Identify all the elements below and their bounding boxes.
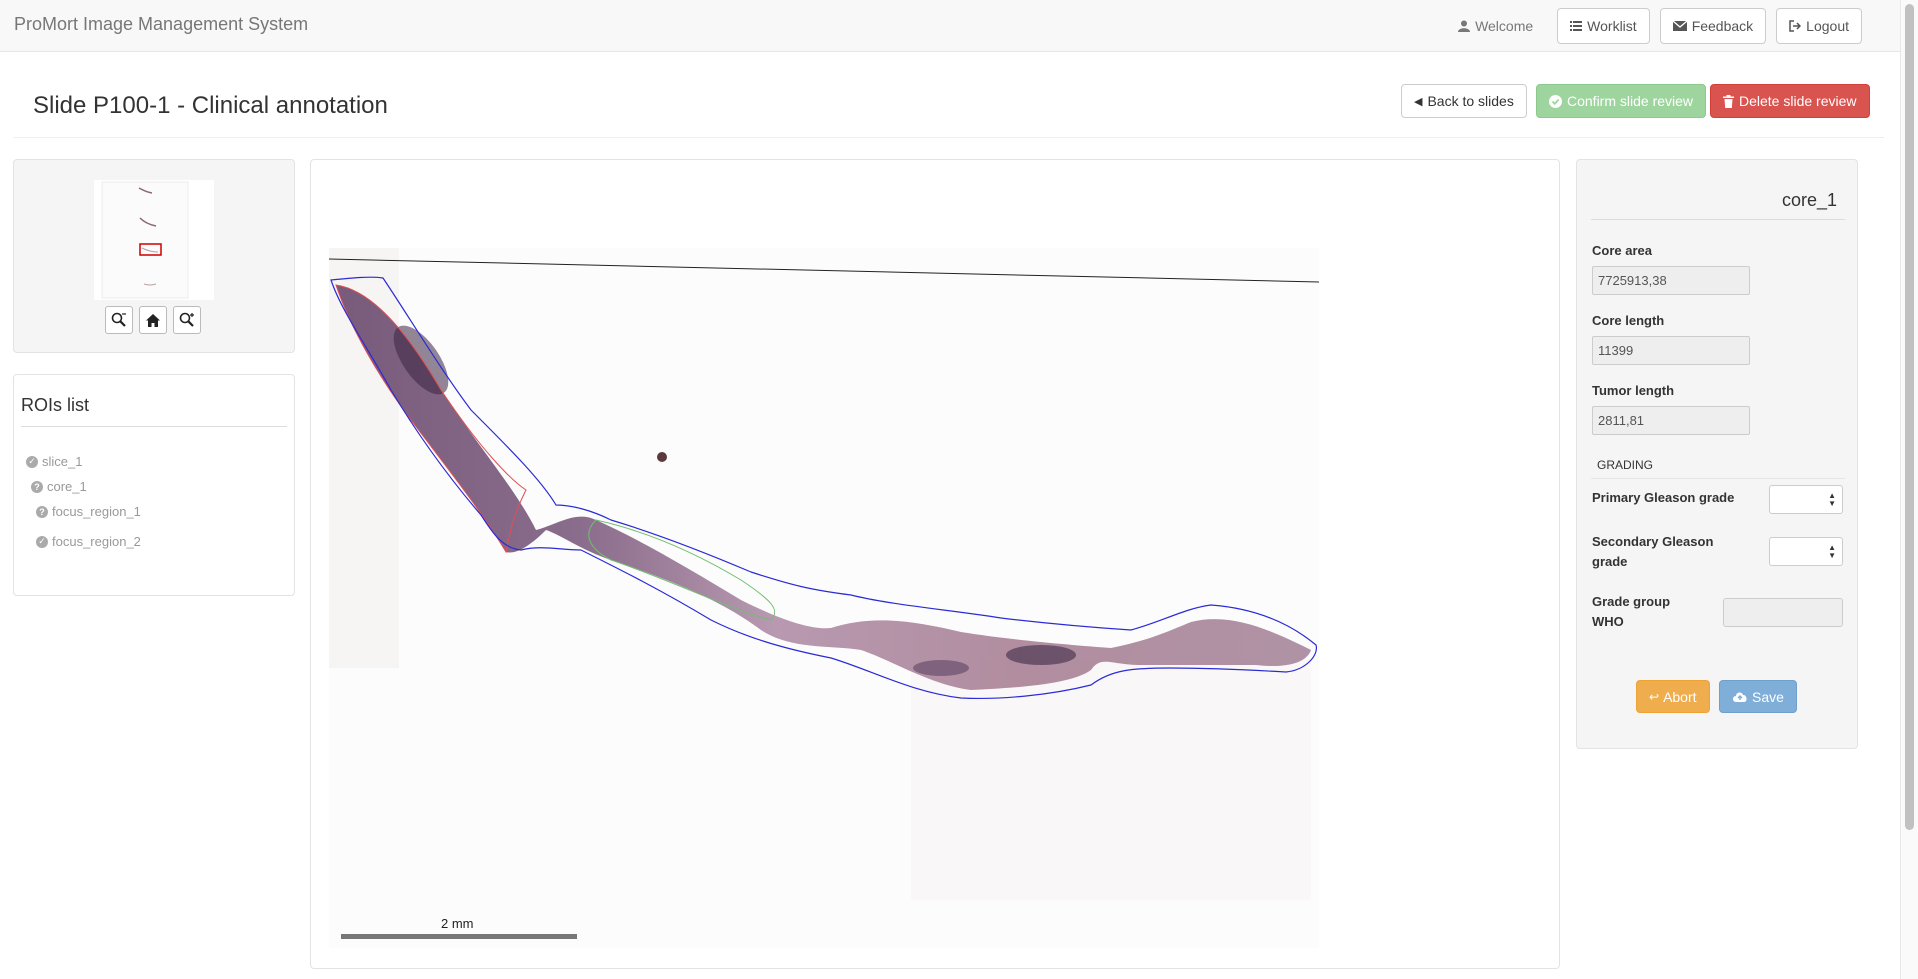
envelope-icon xyxy=(1672,21,1687,31)
home-icon xyxy=(146,313,160,327)
core-name: core_1 xyxy=(1781,190,1837,210)
confirm-slide-review-button[interactable]: Confirm slide review xyxy=(1536,84,1707,118)
scrollbar-thumb[interactable] xyxy=(1905,4,1914,830)
roi-label: focus_region_1 xyxy=(52,504,141,519)
question-circle-icon: ? xyxy=(31,480,43,493)
page-scrollbar[interactable] xyxy=(1900,0,1918,979)
roi-label: focus_region_2 xyxy=(52,534,141,549)
logout-label: Logout xyxy=(1806,18,1849,34)
gland-cluster xyxy=(1006,645,1076,665)
trash-icon xyxy=(1723,94,1734,108)
roi-item-focus-region-1[interactable]: ? focus_region_1 xyxy=(36,504,141,519)
core-area-field: 7725913,38 xyxy=(1592,266,1750,295)
back-label: Back to slides xyxy=(1427,93,1514,109)
tumor-length-field: 2811,81 xyxy=(1592,406,1750,435)
select-arrows-icon: ▲ ▼ xyxy=(1828,491,1836,508)
core-length-field: 11399 xyxy=(1592,336,1750,365)
back-to-slides-button[interactable]: ◀ Back to slides xyxy=(1401,84,1527,118)
select-arrows-icon: ▲ ▼ xyxy=(1828,543,1836,560)
abort-button[interactable]: ↩ Abort xyxy=(1636,680,1710,713)
worklist-label: Worklist xyxy=(1587,18,1637,34)
roi-item-core[interactable]: ? core_1 xyxy=(31,479,87,494)
scale-bar-label: 2 mm xyxy=(441,916,474,931)
delete-label: Delete slide review xyxy=(1739,93,1857,109)
grading-divider xyxy=(1591,478,1845,479)
scale-bar xyxy=(341,934,577,939)
logout-button[interactable]: Logout xyxy=(1776,8,1862,44)
slide-viewer[interactable]: 2 mm xyxy=(310,159,1560,969)
roi-item-slice[interactable]: ✓ slice_1 xyxy=(26,454,82,469)
question-circle-icon: ? xyxy=(36,505,48,518)
delete-slide-review-button[interactable]: Delete slide review xyxy=(1710,84,1870,118)
feedback-button[interactable]: Feedback xyxy=(1659,8,1767,44)
navbar-actions: Welcome Worklist Feedback Logout xyxy=(1458,8,1900,44)
grading-heading: GRADING xyxy=(1597,458,1654,472)
slide-thumbnail[interactable] xyxy=(94,180,214,300)
list-icon xyxy=(1570,21,1583,31)
thumbnail-image xyxy=(94,180,214,300)
check-circle-icon xyxy=(1549,94,1562,108)
slide-canvas[interactable] xyxy=(311,160,1560,969)
page-title: Slide P100-1 - Clinical annotation xyxy=(33,92,388,119)
arrow-left-icon: ◀ xyxy=(1414,95,1423,108)
brand-title[interactable]: ProMort Image Management System xyxy=(14,14,308,35)
home-button[interactable] xyxy=(139,306,167,334)
zoom-out-icon xyxy=(111,312,126,327)
gland-cluster xyxy=(913,660,969,676)
welcome-label: Welcome xyxy=(1475,18,1534,34)
grade-group-label: Grade group WHO xyxy=(1592,594,1671,629)
roi-label: core_1 xyxy=(47,479,87,494)
navbar: ProMort Image Management System Welcome … xyxy=(0,0,1900,52)
user-icon xyxy=(1458,20,1471,32)
secondary-gleason-label: Secondary Gleason grade xyxy=(1592,534,1714,569)
feedback-label: Feedback xyxy=(1691,18,1754,34)
header-divider xyxy=(14,137,1884,138)
tumor-length-label: Tumor length xyxy=(1592,383,1675,398)
core-length-label: Core length xyxy=(1592,313,1665,328)
tissue-artifact xyxy=(657,452,667,462)
reply-icon: ↩ xyxy=(1649,689,1660,704)
abort-label: Abort xyxy=(1663,688,1697,705)
primary-gleason-label: Primary Gleason grade xyxy=(1592,490,1735,505)
rois-title: ROIs list xyxy=(21,395,90,415)
primary-gleason-select[interactable]: ▲ ▼ xyxy=(1769,485,1843,514)
confirm-label: Confirm slide review xyxy=(1567,93,1694,109)
check-circle-icon: ✓ xyxy=(36,535,48,548)
roi-label: slice_1 xyxy=(42,454,83,469)
welcome-link[interactable]: Welcome xyxy=(1458,18,1533,34)
save-label: Save xyxy=(1752,688,1784,705)
core-divider xyxy=(1591,219,1845,220)
core-details-panel: core_1 Core area 7725913,38 Core length … xyxy=(1576,159,1858,749)
worklist-button[interactable]: Worklist xyxy=(1557,8,1650,44)
rois-divider xyxy=(21,426,287,427)
secondary-gleason-select[interactable]: ▲ ▼ xyxy=(1769,537,1843,566)
tile-patch xyxy=(911,660,1311,900)
zoom-controls xyxy=(105,306,201,334)
save-button[interactable]: Save xyxy=(1719,680,1797,713)
navigator-panel xyxy=(13,159,295,353)
zoom-out-button[interactable] xyxy=(105,306,133,334)
zoom-in-button[interactable] xyxy=(173,306,201,334)
zoom-in-icon xyxy=(179,312,194,327)
core-area-label: Core area xyxy=(1592,243,1652,258)
roi-item-focus-region-2[interactable]: ✓ focus_region_2 xyxy=(36,534,141,549)
rois-panel: ROIs list ✓ slice_1 ? core_1 ? focus_reg… xyxy=(13,374,295,596)
grade-group-field xyxy=(1723,598,1843,627)
cloud-upload-icon xyxy=(1733,692,1747,702)
logout-icon xyxy=(1789,20,1802,32)
check-circle-icon: ✓ xyxy=(26,455,38,468)
